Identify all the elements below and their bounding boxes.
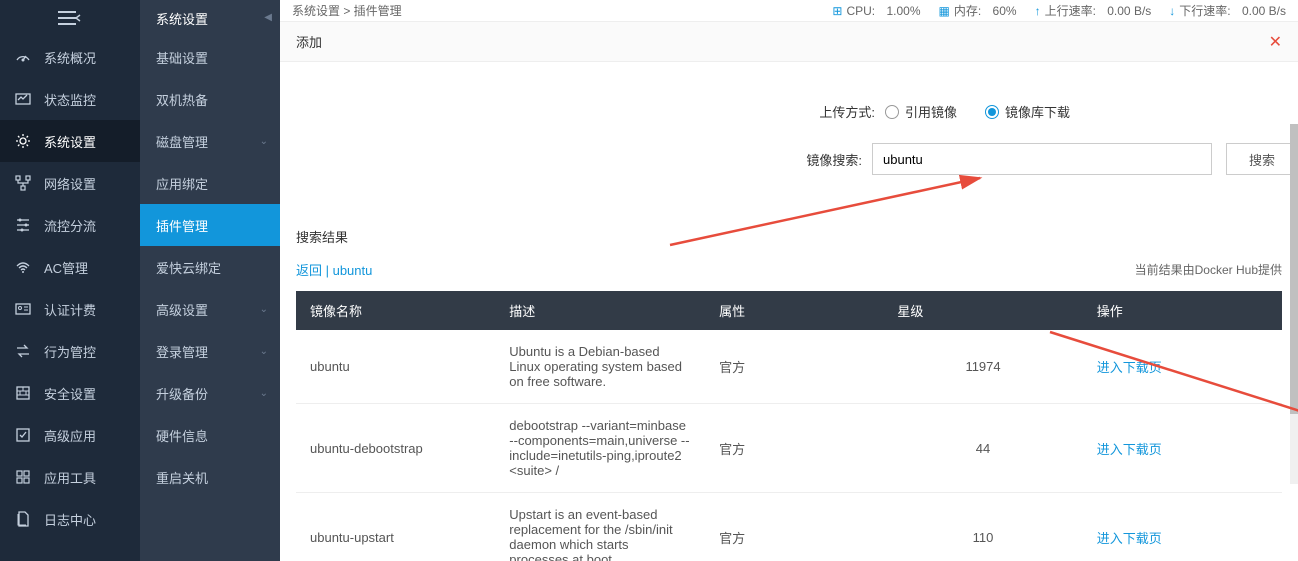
sidebar-collapse-toggle[interactable] bbox=[0, 0, 140, 36]
sidebar-main: 系统概况 状态监控 系统设置 网络设置 流控分流 AC管理 认证计费 行为管控 bbox=[0, 0, 140, 561]
nav-network-settings[interactable]: 网络设置 bbox=[0, 162, 140, 204]
nav-label: 系统设置 bbox=[44, 132, 96, 151]
results-table: 镜像名称 描述 属性 星级 操作 ubuntu Ubuntu is a Debi… bbox=[296, 291, 1282, 561]
main-content: 系统设置 > 插件管理 ⊞CPU: 1.00% ▦内存: 60% ↑上行速率: … bbox=[280, 0, 1298, 561]
nav-label: 安全设置 bbox=[44, 384, 96, 403]
nav-label: 认证计费 bbox=[44, 300, 96, 319]
sidebar-sub-title: 系统设置 ◀ bbox=[140, 0, 280, 36]
swap-icon bbox=[14, 342, 32, 360]
subnav-hardware-info[interactable]: 硬件信息 bbox=[140, 414, 280, 456]
nav-label: AC管理 bbox=[44, 258, 88, 277]
nav-system-overview[interactable]: 系统概况 bbox=[0, 36, 140, 78]
gear-icon bbox=[14, 132, 32, 150]
wifi-icon bbox=[14, 258, 32, 276]
subnav-plugin-management[interactable]: 插件管理 bbox=[140, 204, 280, 246]
upload-method-label: 上传方式: bbox=[280, 102, 885, 121]
nav-label: 状态监控 bbox=[44, 90, 96, 109]
th-desc: 描述 bbox=[495, 291, 705, 330]
nav-log-center[interactable]: 日志中心 bbox=[0, 498, 140, 540]
scrollbar[interactable] bbox=[1290, 124, 1298, 484]
form-area: 上传方式: 引用镜像 镜像库下载 bbox=[280, 62, 1298, 227]
radio-repo-download[interactable]: 镜像库下载 bbox=[985, 102, 1070, 121]
check-square-icon bbox=[14, 426, 32, 444]
table-row: ubuntu Ubuntu is a Debian-based Linux op… bbox=[296, 330, 1282, 404]
nav-label: 系统概况 bbox=[44, 48, 96, 67]
id-card-icon bbox=[14, 300, 32, 318]
results-section: 搜索结果 返回 | ubuntu 当前结果由Docker Hub提供 镜像名称 … bbox=[280, 227, 1298, 561]
subnav-app-binding[interactable]: 应用绑定 bbox=[140, 162, 280, 204]
dashboard-icon bbox=[14, 48, 32, 66]
table-row: ubuntu-debootstrap debootstrap --variant… bbox=[296, 404, 1282, 493]
nav-status-monitor[interactable]: 状态监控 bbox=[0, 78, 140, 120]
nav-flow-control[interactable]: 流控分流 bbox=[0, 204, 140, 246]
nav-label: 高级应用 bbox=[44, 426, 96, 445]
subnav-login-management[interactable]: 登录管理⌄ bbox=[140, 330, 280, 372]
chevron-down-icon: ⌄ bbox=[260, 388, 268, 399]
download-page-link[interactable]: 进入下载页 bbox=[1097, 531, 1162, 546]
nav-label: 行为管控 bbox=[44, 342, 96, 361]
subnav-basic-settings[interactable]: 基础设置 bbox=[140, 36, 280, 78]
arrow-down-icon: ↓ bbox=[1169, 4, 1175, 18]
chevron-down-icon: ⌄ bbox=[260, 346, 268, 357]
nav-security-settings[interactable]: 安全设置 bbox=[0, 372, 140, 414]
status-bar: 系统设置 > 插件管理 ⊞CPU: 1.00% ▦内存: 60% ↑上行速率: … bbox=[280, 0, 1298, 22]
subnav-restart-shutdown[interactable]: 重启关机 bbox=[140, 456, 280, 498]
cpu-icon: ⊞ bbox=[832, 4, 842, 18]
status-cpu: ⊞CPU: 1.00% bbox=[832, 4, 920, 18]
subnav-ikuai-cloud-binding[interactable]: 爱快云绑定 bbox=[140, 246, 280, 288]
th-name: 镜像名称 bbox=[296, 291, 495, 330]
panel-header: 添加 ✕ bbox=[280, 22, 1298, 62]
nav-advanced-app[interactable]: 高级应用 bbox=[0, 414, 140, 456]
status-memory: ▦内存: 60% bbox=[939, 2, 1017, 19]
subnav-disk-management[interactable]: 磁盘管理⌄ bbox=[140, 120, 280, 162]
download-page-link[interactable]: 进入下载页 bbox=[1097, 442, 1162, 457]
panel-title: 添加 bbox=[296, 32, 322, 51]
sidebar-sub: 系统设置 ◀ 基础设置 双机热备 磁盘管理⌄ 应用绑定 插件管理 爱快云绑定 高… bbox=[140, 0, 280, 561]
back-link[interactable]: 返回 | ubuntu bbox=[296, 260, 372, 279]
arrow-up-icon: ↑ bbox=[1035, 4, 1041, 18]
th-action: 操作 bbox=[1083, 291, 1282, 330]
status-download: ↓下行速率: 0.00 B/s bbox=[1169, 2, 1286, 19]
search-button[interactable]: 搜索 bbox=[1226, 143, 1298, 175]
nav-app-tools[interactable]: 应用工具 bbox=[0, 456, 140, 498]
chevron-left-icon[interactable]: ◀ bbox=[264, 12, 272, 23]
download-page-link[interactable]: 进入下载页 bbox=[1097, 360, 1162, 375]
table-row: ubuntu-upstart Upstart is an event-based… bbox=[296, 493, 1282, 561]
sliders-icon bbox=[14, 216, 32, 234]
provider-note: 当前结果由Docker Hub提供 bbox=[1135, 261, 1282, 278]
network-icon bbox=[14, 174, 32, 192]
radio-icon bbox=[985, 105, 999, 119]
nav-behavior-control[interactable]: 行为管控 bbox=[0, 330, 140, 372]
nav-label: 应用工具 bbox=[44, 468, 96, 487]
search-input[interactable] bbox=[872, 143, 1212, 175]
th-stars: 星级 bbox=[883, 291, 1082, 330]
chevron-down-icon: ⌄ bbox=[260, 136, 268, 147]
document-icon bbox=[14, 510, 32, 528]
subnav-advanced-settings[interactable]: 高级设置⌄ bbox=[140, 288, 280, 330]
breadcrumb: 系统设置 > 插件管理 bbox=[292, 2, 832, 19]
grid-icon bbox=[14, 468, 32, 486]
monitor-icon bbox=[14, 90, 32, 108]
radio-reference-image[interactable]: 引用镜像 bbox=[885, 102, 957, 121]
status-upload: ↑上行速率: 0.00 B/s bbox=[1035, 2, 1152, 19]
firewall-icon bbox=[14, 384, 32, 402]
nav-system-settings[interactable]: 系统设置 bbox=[0, 120, 140, 162]
image-search-label: 镜像搜索: bbox=[280, 150, 872, 169]
nav-ac-management[interactable]: AC管理 bbox=[0, 246, 140, 288]
nav-auth-billing[interactable]: 认证计费 bbox=[0, 288, 140, 330]
chevron-down-icon: ⌄ bbox=[260, 304, 268, 315]
close-icon[interactable]: ✕ bbox=[1269, 32, 1282, 52]
nav-label: 网络设置 bbox=[44, 174, 96, 193]
nav-label: 日志中心 bbox=[44, 510, 96, 529]
subnav-upgrade-backup[interactable]: 升级备份⌄ bbox=[140, 372, 280, 414]
radio-icon bbox=[885, 105, 899, 119]
results-title: 搜索结果 bbox=[296, 227, 1282, 246]
memory-icon: ▦ bbox=[939, 4, 950, 18]
nav-label: 流控分流 bbox=[44, 216, 96, 235]
subnav-dual-hot-standby[interactable]: 双机热备 bbox=[140, 78, 280, 120]
th-attr: 属性 bbox=[705, 291, 883, 330]
